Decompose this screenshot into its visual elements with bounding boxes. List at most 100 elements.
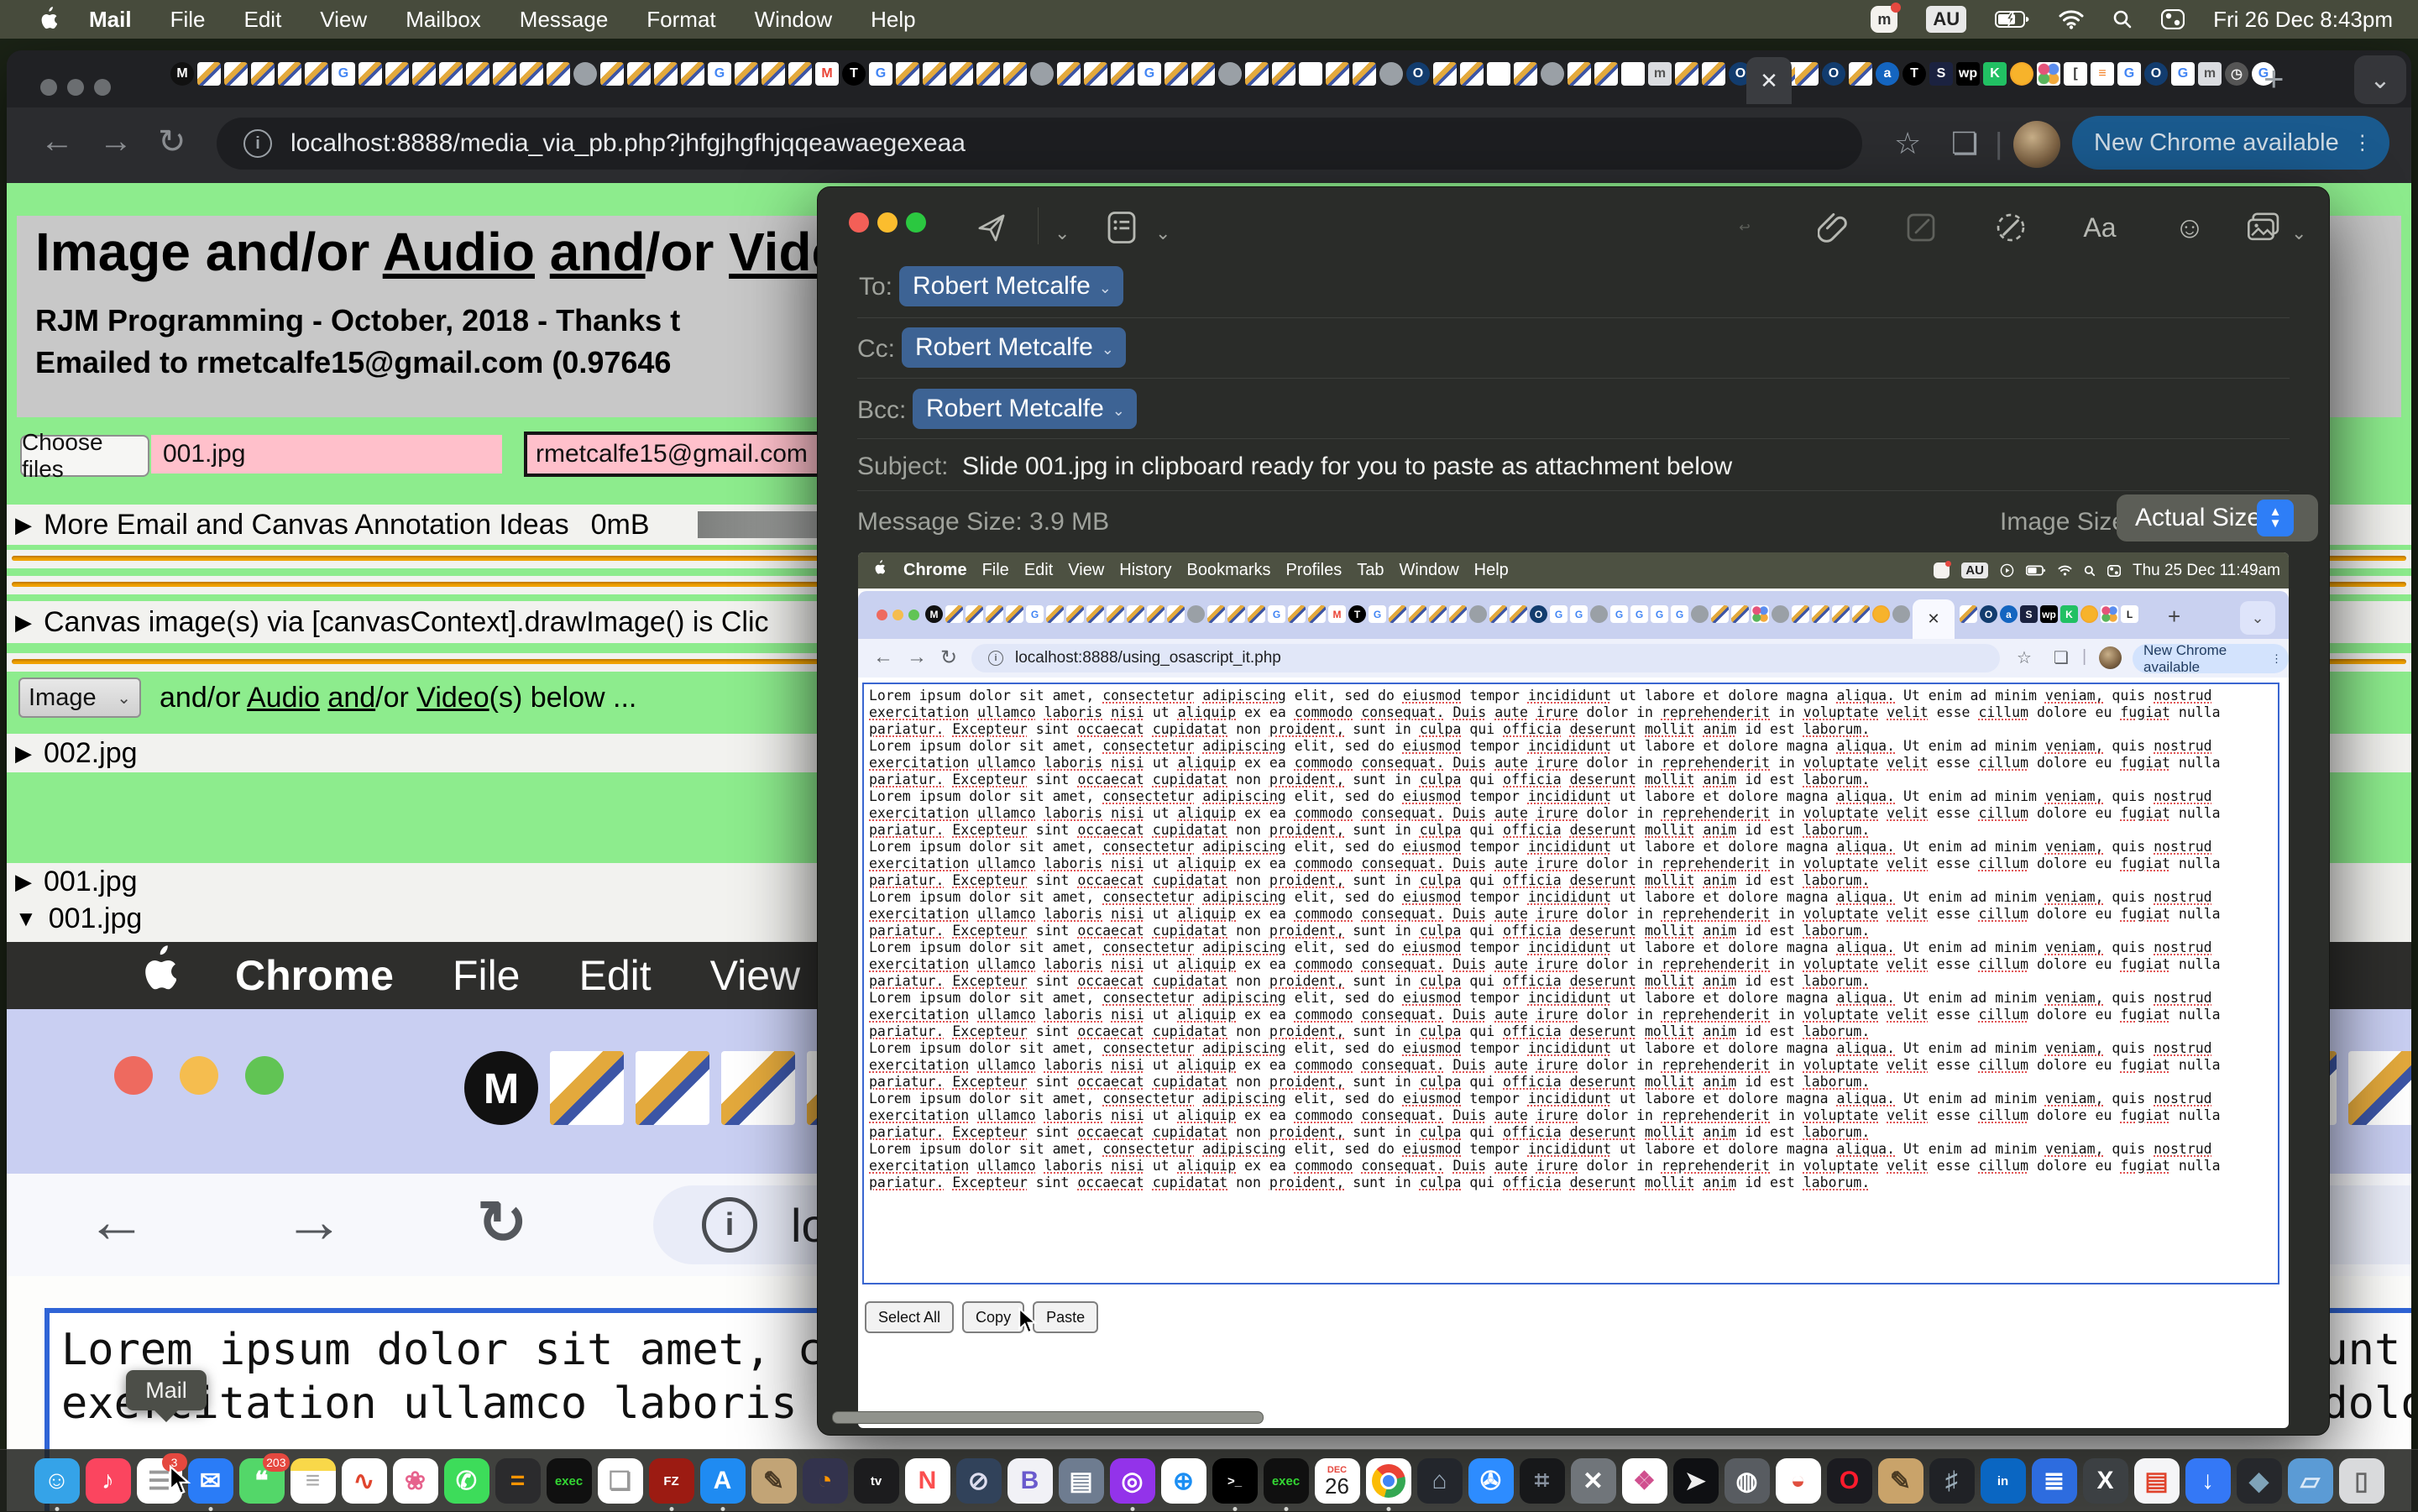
tab-favicon-gc[interactable] xyxy=(1187,605,1205,623)
dock-item-mail[interactable]: ✉ xyxy=(188,1458,233,1504)
dock-item-transfer[interactable]: ↓ xyxy=(2185,1458,2231,1504)
tab-favicon-p[interactable] xyxy=(1003,62,1027,86)
tab-favicon-p[interactable] xyxy=(547,62,570,86)
tab-favicon-p[interactable] xyxy=(681,62,704,86)
tab-favicon-p[interactable] xyxy=(1147,605,1165,623)
menu-item-file[interactable]: File xyxy=(453,952,521,999)
dock-item-messages[interactable]: ❝203 xyxy=(239,1458,285,1504)
tab-favicon-p[interactable] xyxy=(1792,605,1809,623)
dock-item-dark-app-2[interactable]: ♯ xyxy=(1929,1458,1975,1504)
tab-favicon-mc[interactable]: M xyxy=(170,62,194,86)
dock-item-linkedin[interactable]: in xyxy=(1981,1458,2026,1504)
tab-favicon-dots[interactable] xyxy=(2037,62,2060,86)
tab-favicon-p[interactable] xyxy=(520,62,543,86)
tab-favicon-p[interactable] xyxy=(788,62,812,86)
tab-favicon-ck[interactable]: ◷ xyxy=(2225,62,2248,86)
tab-favicon-p[interactable] xyxy=(1191,62,1215,86)
tab-favicon-abc[interactable]: a xyxy=(2000,605,2018,623)
tab-favicon-g[interactable]: G xyxy=(332,62,355,86)
cc-recipient-pill[interactable]: Robert Metcalfe ⌄ xyxy=(902,327,1126,368)
dock-item-packages[interactable]: ▤ xyxy=(1059,1458,1104,1504)
tab-favicon-p[interactable] xyxy=(1167,605,1185,623)
photo-browser-icon[interactable] xyxy=(2245,209,2282,246)
menu-item-file[interactable]: File xyxy=(170,7,206,33)
tab-favicon-p[interactable] xyxy=(945,605,963,623)
tab-favicon-p[interactable] xyxy=(1433,62,1457,86)
dock-item-dark-app-3[interactable]: ◆ xyxy=(2237,1458,2282,1504)
tab-favicon-mg[interactable]: m xyxy=(1648,62,1672,86)
tab-favicon-gm[interactable]: M xyxy=(815,62,839,86)
tab-favicon-abc[interactable]: a xyxy=(1876,62,1899,86)
tab-favicon-p[interactable] xyxy=(1107,605,1124,623)
subject-value[interactable]: Slide 001.jpg in clipboard ready for you… xyxy=(962,453,1732,481)
tab-favicon-p[interactable] xyxy=(550,1051,624,1125)
new-tab-button[interactable]: + xyxy=(2264,62,2285,96)
send-icon[interactable] xyxy=(973,209,1010,246)
menu-item-edit[interactable]: Edit xyxy=(579,952,652,999)
dock-item-tower[interactable]: ⌂ xyxy=(1417,1458,1463,1504)
dock-item-gimp[interactable]: ✎ xyxy=(751,1458,797,1504)
dock-item-opera[interactable]: O xyxy=(1827,1458,1872,1504)
bookmark-star-icon[interactable]: ☆ xyxy=(1894,126,1921,161)
tab-favicon-br[interactable]: [ xyxy=(2064,62,2087,86)
tab-favicon-p[interactable] xyxy=(976,62,1000,86)
tab-favicon-p[interactable] xyxy=(627,62,651,86)
tab-favicon-g[interactable]: G xyxy=(869,62,892,86)
tab-favicon-p[interactable] xyxy=(654,62,678,86)
tab-favicon-sbs[interactable] xyxy=(2080,605,2098,623)
tab-favicon-s[interactable]: S xyxy=(2020,605,2038,623)
paste-button[interactable]: Paste xyxy=(1033,1301,1098,1333)
dock-item-exec-script[interactable]: exec xyxy=(547,1458,592,1504)
status-app-icon[interactable]: m xyxy=(1871,6,1897,33)
tab-favicon-p[interactable] xyxy=(1353,62,1376,86)
dock-item-files[interactable]: ▤ xyxy=(2134,1458,2180,1504)
tab-favicon-wp[interactable]: wp xyxy=(1956,62,1980,86)
tab-favicon-o[interactable]: O xyxy=(1406,62,1430,86)
tab-favicon-p[interactable] xyxy=(1460,62,1484,86)
tab-favicon-p[interactable] xyxy=(966,605,983,623)
tab-favicon-w[interactable] xyxy=(1299,62,1322,86)
disclosure-triangle-icon[interactable]: ▶ xyxy=(15,869,32,895)
tab-favicon-p[interactable] xyxy=(1812,605,1829,623)
tab-favicon-p[interactable] xyxy=(1111,62,1134,86)
dock-item-app-store[interactable]: A xyxy=(700,1458,746,1504)
tab-favicon-gc[interactable] xyxy=(1469,605,1487,623)
dock-item-utility[interactable]: ✕ xyxy=(1571,1458,1616,1504)
tab-favicon-p[interactable] xyxy=(1248,605,1265,623)
window-close-button[interactable] xyxy=(40,79,57,96)
tab-favicon-mc[interactable]: M xyxy=(925,605,943,623)
tab-favicon-p[interactable] xyxy=(1702,62,1725,86)
dock-item-calculator[interactable]: = xyxy=(495,1458,541,1504)
tab-favicon-gc[interactable] xyxy=(1892,605,1910,623)
menu-item-mail[interactable]: Mail xyxy=(89,7,132,33)
tab-favicon-gc[interactable] xyxy=(1030,62,1054,86)
bcc-recipient-pill[interactable]: Robert Metcalfe ⌄ xyxy=(913,389,1137,429)
tab-favicon-p[interactable] xyxy=(1245,62,1269,86)
tab-favicon-L[interactable]: L xyxy=(2121,605,2138,623)
dock-item-terminal[interactable]: >_ xyxy=(1212,1458,1258,1504)
disclosure-triangle-down-icon[interactable]: ▼ xyxy=(15,906,37,932)
tab-favicon-g[interactable]: G xyxy=(2117,62,2141,86)
dock-item-screen-time[interactable]: ⊘ xyxy=(956,1458,1002,1504)
tab-favicon-o[interactable]: O xyxy=(1980,605,1997,623)
writing-tools-icon[interactable] xyxy=(1992,209,2029,246)
window-zoom-button[interactable] xyxy=(94,79,111,96)
horizontal-scrollbar[interactable] xyxy=(832,1411,1264,1424)
menu-item-chrome[interactable]: Chrome xyxy=(235,952,394,999)
dock-item-calendar[interactable]: DEC26 xyxy=(1315,1458,1360,1504)
menu-item-profiles[interactable]: Profiles xyxy=(1286,561,1342,579)
dock-item-apple-tv[interactable]: tv xyxy=(854,1458,899,1504)
tab-favicon-p[interactable] xyxy=(305,62,328,86)
pasted-screenshot-attachment[interactable]: ChromeFileEditViewHistoryBookmarksProfil… xyxy=(858,552,2289,1428)
tab-favicon-gc[interactable] xyxy=(573,62,597,86)
tab-favicon-p[interactable] xyxy=(986,605,1003,623)
undo-icon[interactable]: ↩︎ xyxy=(1726,209,1763,246)
tab-favicon-p[interactable] xyxy=(1409,605,1426,623)
active-tab-close-icon[interactable]: ✕ xyxy=(1746,57,1792,104)
tab-favicon-gc[interactable] xyxy=(1218,62,1242,86)
back-icon[interactable]: ← xyxy=(40,123,74,160)
tab-favicon-s[interactable]: S xyxy=(1929,62,1953,86)
tab-favicon-g[interactable]: G xyxy=(1138,62,1161,86)
dock-item-trash[interactable]: ▯ xyxy=(2339,1458,2384,1504)
tab-favicon-k[interactable]: K xyxy=(2060,605,2078,623)
